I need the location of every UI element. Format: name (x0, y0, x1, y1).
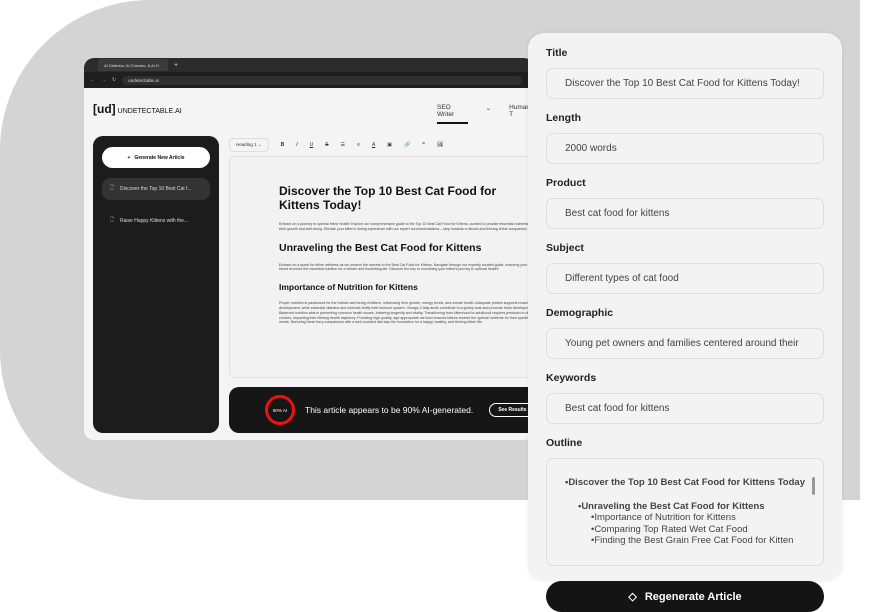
article-h3: Importance of Nutrition for Kittens (279, 282, 418, 293)
product-field[interactable]: Best cat food for kittens (546, 198, 824, 229)
align-icon[interactable]: ≡ (357, 142, 360, 148)
outline-scrollbar[interactable] (812, 477, 815, 495)
generate-label: Generate New Article (134, 154, 185, 161)
article-editor[interactable]: Discover the Top 10 Best Cat Food for Ki… (229, 156, 534, 378)
product-label: Product (546, 177, 586, 189)
ai-detection-bar: 90% AI This article appears to be 90% AI… (229, 387, 534, 433)
ai-score-ring: 90% AI (265, 395, 295, 425)
article-settings-panel: Title Discover the Top 10 Best Cat Food … (528, 33, 842, 612)
nav-seo-writer[interactable]: SEO Writer (437, 104, 468, 124)
logo-mark: [ud] (93, 102, 116, 116)
demographic-field[interactable]: Young pet owners and families centered a… (546, 328, 824, 359)
heading-select[interactable]: Heading 1 ⌄ (229, 138, 269, 152)
sidebar-item[interactable]: 🗋 Raise Happy Kittens with the... (102, 210, 210, 232)
new-tab-icon[interactable]: + (174, 62, 178, 69)
regenerate-label: Regenerate Article (644, 590, 742, 603)
article-paragraph: Embark on a quest for feline wellness as… (279, 262, 534, 272)
article-paragraph: Proper nutrition is paramount for the ho… (279, 301, 534, 325)
ai-score-label: 90% AI (272, 407, 288, 413)
heading-select-value: Heading 1 (236, 142, 257, 147)
bold-icon[interactable]: B (281, 142, 285, 148)
chevron-down-icon[interactable]: ⌄ (486, 104, 491, 124)
underline-icon[interactable]: U (310, 142, 314, 148)
sidebar: + Generate New Article 🗋 Discover the Top … (93, 136, 219, 433)
reload-icon[interactable]: ↻ (112, 77, 116, 83)
outline-label: Outline (546, 437, 583, 449)
diamond-icon: ◇ (628, 591, 637, 603)
outline-field[interactable]: •Discover the Top 10 Best Cat Food for K… (546, 458, 824, 566)
image-icon[interactable]: 🖼 (437, 142, 443, 148)
outline-item: •Comparing Top Rated Wet Cat Food (591, 523, 748, 535)
browser-window: AI Detector, AI Checker, & AI H + ← → ↻ … (84, 58, 534, 440)
logo[interactable]: [ud] UNDETECTABLE.AI (93, 102, 182, 116)
length-field[interactable]: 2000 words (546, 133, 824, 164)
demographic-label: Demographic (546, 307, 614, 319)
document-icon: 🗋 (110, 185, 115, 191)
text-color-icon[interactable]: A (372, 142, 375, 148)
link-icon[interactable]: 🔗 (404, 142, 410, 148)
sidebar-item-label: Raise Happy Kittens with the... (120, 218, 189, 224)
list-icon[interactable]: ☰ (341, 142, 345, 148)
plus-icon: + (127, 154, 131, 161)
top-nav: SEO Writer ⌄ Human T (437, 104, 534, 124)
url-field[interactable]: undetectable.ai (122, 75, 523, 85)
outline-item: •Discover the Top 10 Best Cat Food for K… (565, 477, 805, 488)
keywords-field[interactable]: Best cat food for kittens (546, 393, 824, 424)
outline-item: •Unraveling the Best Cat Food for Kitten… (578, 501, 765, 512)
article-paragraph: Embark on a journey to optimal feline he… (279, 222, 534, 231)
logo-text: UNDETECTABLE.AI (117, 108, 182, 115)
length-label: Length (546, 112, 581, 124)
article-h2: Unraveling the Best Cat Food for Kittens (279, 241, 482, 254)
title-field[interactable]: Discover the Top 10 Best Cat Food for Ki… (546, 68, 824, 99)
keywords-label: Keywords (546, 372, 597, 384)
sidebar-item[interactable]: 🗋 Discover the Top 10 Best Cat f... (102, 178, 210, 200)
back-icon[interactable]: ← (90, 77, 95, 83)
regenerate-article-button[interactable]: ◇ Regenerate Article (546, 581, 824, 612)
subject-label: Subject (546, 242, 584, 254)
quote-icon[interactable]: ❞ (422, 142, 425, 148)
outline-item: •Finding the Best Grain Free Cat Food fo… (591, 535, 794, 546)
browser-tab[interactable]: AI Detector, AI Checker, & AI H (98, 59, 168, 71)
address-bar: ← → ↻ undetectable.ai (84, 72, 534, 88)
editor-toolbar: Heading 1 ⌄ B I U S ☰ ≡ A ▣ 🔗 ❞ 🖼 (229, 136, 534, 154)
article-h1: Discover the Top 10 Best Cat Food for Ki… (279, 184, 497, 212)
document-icon: 🗋 (110, 217, 115, 223)
tab-bar: AI Detector, AI Checker, & AI H + (84, 58, 534, 72)
text-box-icon[interactable]: ▣ (387, 142, 392, 148)
outline-item: •Importance of Nutrition for Kittens (591, 512, 736, 523)
title-label: Title (546, 47, 568, 59)
ai-message: This article appears to be 90% AI-genera… (305, 405, 474, 415)
strikethrough-icon[interactable]: S (325, 142, 328, 148)
forward-icon[interactable]: → (101, 77, 106, 83)
generate-new-article-button[interactable]: + Generate New Article (102, 147, 210, 168)
italic-icon[interactable]: I (296, 142, 297, 148)
subject-field[interactable]: Different types of cat food (546, 263, 824, 294)
sidebar-item-label: Discover the Top 10 Best Cat f... (120, 186, 192, 192)
